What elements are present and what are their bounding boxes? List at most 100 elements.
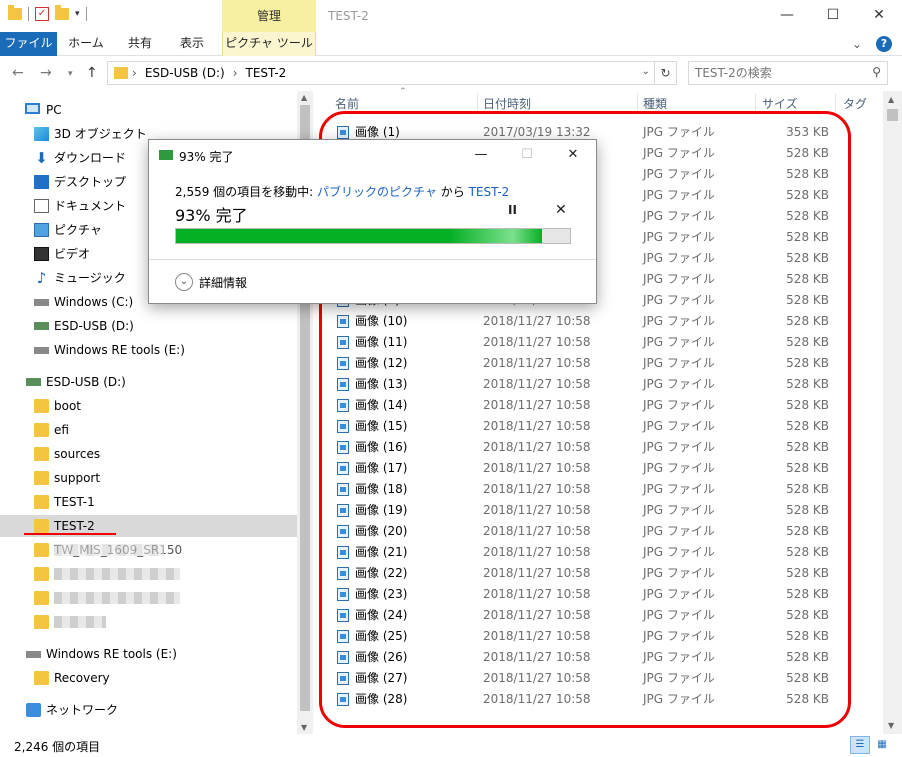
file-row[interactable]: 画像 (15) 2018/11/27 10:58 JPG ファイル 528 KB [313,416,883,437]
breadcrumb-item[interactable]: ESD-USB (D:) [145,66,225,80]
scrollbar-thumb[interactable] [887,109,898,121]
destination-link[interactable]: TEST-2 [469,185,510,199]
column-header-name[interactable]: 名前 [335,93,359,115]
back-arrow-icon[interactable]: ← [12,65,24,81]
file-row[interactable]: 画像 (26) 2018/11/27 10:58 JPG ファイル 528 KB [313,647,883,668]
column-header-type[interactable]: 種類 [643,93,667,115]
file-type: JPG ファイル [643,566,715,580]
tab-view[interactable]: 表示 [172,32,212,56]
qat-dropdown-icon[interactable]: ▾ [75,9,80,19]
file-row[interactable]: 画像 (22) 2018/11/27 10:58 JPG ファイル 528 KB [313,563,883,584]
expand-ribbon-icon[interactable]: ⌄ [852,37,862,51]
file-row[interactable]: 画像 (18) 2018/11/27 10:58 JPG ファイル 528 KB [313,479,883,500]
file-row[interactable]: 画像 (10) 2018/11/27 10:58 JPG ファイル 528 KB [313,311,883,332]
file-size: 528 KB [786,461,829,475]
nav-item-tw-mis[interactable]: TW_MIS_1609_SR150 [0,539,297,561]
column-header-date[interactable]: 日付時刻 [483,93,531,115]
file-type: JPG ファイル [643,524,715,538]
details-view-icon[interactable]: ☰ [850,736,870,754]
file-row[interactable]: 画像 (21) 2018/11/27 10:58 JPG ファイル 528 KB [313,542,883,563]
search-icon[interactable]: ⚲ [872,65,881,79]
scroll-up-icon[interactable]: ▲ [888,95,894,104]
column-separator[interactable] [755,93,756,115]
tab-file[interactable]: ファイル [0,32,57,56]
help-icon[interactable]: ? [876,36,892,52]
dialog-close-button[interactable]: ✕ [550,140,596,170]
file-row[interactable]: 画像 (12) 2018/11/27 10:58 JPG ファイル 528 KB [313,353,883,374]
nav-item-pc[interactable]: PC [0,99,297,121]
nav-item-efi[interactable]: efi [0,419,297,441]
nav-item-network[interactable]: ネットワーク [0,699,297,721]
pause-icon[interactable]: II [508,203,517,217]
nav-item-sources[interactable]: sources [0,443,297,465]
file-type: JPG ファイル [643,209,715,223]
recent-locations-icon[interactable]: ▾ [68,69,73,79]
nav-item-recovery[interactable]: Recovery [0,667,297,689]
scroll-down-icon[interactable]: ▼ [888,721,894,730]
file-row[interactable]: 画像 (19) 2018/11/27 10:58 JPG ファイル 528 KB [313,500,883,521]
file-date: 2018/11/27 10:58 [483,608,591,622]
tab-home[interactable]: ホーム [66,32,106,56]
nav-item-hidden-1[interactable] [0,563,297,585]
nav-item-hidden-3[interactable] [0,611,297,633]
nav-item-windows-re[interactable]: Windows RE tools (E:) [0,339,297,361]
address-bar[interactable]: › ESD-USB (D:) › TEST-2 ⌄ ↻ [107,61,677,85]
file-row[interactable]: 画像 (27) 2018/11/27 10:58 JPG ファイル 528 KB [313,668,883,689]
cancel-icon[interactable]: ✕ [555,202,567,218]
column-separator[interactable] [477,93,478,115]
forward-arrow-icon[interactable]: → [40,65,52,81]
file-list-scrollbar[interactable]: ▲ ▼ [883,91,902,734]
tab-picture-tools[interactable]: ピクチャ ツール [222,32,316,56]
nav-item-windows-re-root[interactable]: Windows RE tools (E:) [0,643,297,665]
file-row[interactable]: 画像 (25) 2018/11/27 10:58 JPG ファイル 528 KB [313,626,883,647]
address-dropdown-icon[interactable]: ⌄ [642,66,650,77]
file-date: 2018/11/27 10:58 [483,356,591,370]
refresh-icon[interactable]: ↻ [654,62,676,84]
nav-item-support[interactable]: support [0,467,297,489]
file-row[interactable]: 画像 (17) 2018/11/27 10:58 JPG ファイル 528 KB [313,458,883,479]
minimize-button[interactable]: — [764,0,810,30]
column-separator[interactable] [637,93,638,115]
file-type: JPG ファイル [643,482,715,496]
source-link[interactable]: パブリックのピクチャ [317,185,437,199]
file-row[interactable]: 画像 (20) 2018/11/27 10:58 JPG ファイル 528 KB [313,521,883,542]
up-arrow-icon[interactable]: ↑ [86,65,98,81]
large-icons-view-icon[interactable]: ▦ [872,736,892,754]
blurred-region [54,592,180,604]
breadcrumb-item[interactable]: TEST-2 [246,66,287,80]
dialog-title: 93% 完了 [179,150,234,164]
view-buttons: ☰ ▦ [850,736,892,754]
nav-item-esd-usb[interactable]: ESD-USB (D:) [0,315,297,337]
maximize-button[interactable]: ☐ [810,0,856,30]
file-row[interactable]: 画像 (24) 2018/11/27 10:58 JPG ファイル 528 KB [313,605,883,626]
column-header-tags[interactable]: タグ [843,93,867,115]
scroll-up-icon[interactable]: ▲ [301,93,307,102]
file-type: JPG ファイル [643,167,715,181]
file-row[interactable]: 画像 (23) 2018/11/27 10:58 JPG ファイル 528 KB [313,584,883,605]
column-separator[interactable] [835,93,836,115]
search-input[interactable] [689,62,859,84]
file-row[interactable]: 画像 (16) 2018/11/27 10:58 JPG ファイル 528 KB [313,437,883,458]
close-button[interactable]: ✕ [856,0,902,30]
image-file-icon [337,525,349,538]
nav-item-boot[interactable]: boot [0,395,297,417]
video-icon [34,247,49,261]
nav-item-test-1[interactable]: TEST-1 [0,491,297,513]
scroll-down-icon[interactable]: ▼ [301,723,307,732]
more-details-button[interactable]: ⌄ 詳細情報 [175,273,247,291]
nav-item-esd-usb-root[interactable]: ESD-USB (D:) [0,371,297,393]
move-message-mid: から [436,185,469,199]
file-row[interactable]: 画像 (14) 2018/11/27 10:58 JPG ファイル 528 KB [313,395,883,416]
chevron-right-icon[interactable]: › [132,66,137,80]
file-type: JPG ファイル [643,461,715,475]
column-header-size[interactable]: サイズ [762,93,798,115]
file-row[interactable]: 画像 (11) 2018/11/27 10:58 JPG ファイル 528 KB [313,332,883,353]
file-row[interactable]: 画像 (28) 2018/11/27 10:58 JPG ファイル 528 KB [313,689,883,710]
file-row[interactable]: 画像 (13) 2018/11/27 10:58 JPG ファイル 528 KB [313,374,883,395]
tab-share[interactable]: 共有 [120,32,160,56]
new-folder-icon[interactable] [55,5,69,20]
nav-item-hidden-2[interactable] [0,587,297,609]
properties-icon[interactable]: ✓ [35,7,49,21]
dialog-minimize-button[interactable]: — [458,140,504,170]
chevron-right-icon[interactable]: › [233,66,238,80]
